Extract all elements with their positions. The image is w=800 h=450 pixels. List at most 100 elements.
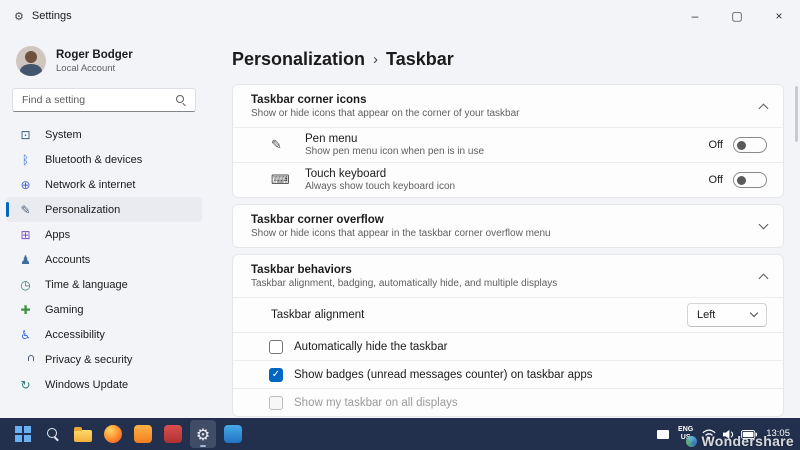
clock-icon: ◷ — [18, 278, 33, 292]
show-badges-checkbox[interactable] — [269, 368, 283, 382]
sidebar-item-windows-update[interactable]: ↻ Windows Update — [6, 372, 202, 397]
toggle-state-label: Off — [709, 139, 723, 151]
setting-title: Taskbar alignment — [271, 309, 687, 321]
checkbox-label: Show my taskbar on all displays — [294, 397, 458, 409]
card-taskbar-corner-icons: Taskbar corner icons Show or hide icons … — [232, 84, 784, 198]
system-tray: ENG US 13:05 — [657, 426, 794, 442]
chevron-down-icon — [759, 219, 769, 229]
update-icon: ↻ — [18, 378, 33, 392]
app-blue-button[interactable] — [220, 420, 246, 448]
sidebar-item-privacy-security[interactable]: Privacy & security — [6, 347, 202, 372]
sidebar-item-label: Windows Update — [45, 379, 128, 391]
volume-icon — [722, 429, 735, 440]
clock[interactable]: 13:05 — [766, 428, 794, 439]
setting-title: Pen menu — [305, 133, 709, 145]
sidebar-item-label: Gaming — [45, 304, 84, 316]
close-button[interactable]: × — [758, 0, 800, 32]
sidebar-item-label: Accounts — [45, 254, 90, 266]
expander-taskbar-corner-overflow[interactable]: Taskbar corner overflow Show or hide ico… — [233, 205, 783, 247]
card-title: Taskbar corner overflow — [251, 214, 760, 226]
file-explorer-button[interactable] — [70, 420, 96, 448]
language-indicator[interactable]: ENG US — [678, 426, 693, 442]
bluetooth-icon: ᛒ — [18, 153, 33, 167]
search-box — [12, 88, 196, 112]
start-button[interactable] — [10, 420, 36, 448]
card-title: Taskbar corner icons — [251, 94, 760, 106]
search-input[interactable] — [12, 88, 196, 112]
checkbox-label: Show badges (unread messages counter) on… — [294, 369, 593, 381]
windows-logo-icon — [15, 426, 31, 442]
sidebar-item-bluetooth-devices[interactable]: ᛒ Bluetooth & devices — [6, 147, 202, 172]
accessibility-icon: ♿ — [18, 328, 33, 342]
setting-row-touch-keyboard: ⌨ Touch keyboard Always show touch keybo… — [233, 162, 783, 197]
person-icon: ♟ — [18, 253, 33, 267]
window-title: Settings — [32, 10, 72, 22]
taskbar-alignment-select[interactable]: Left — [687, 303, 767, 327]
breadcrumb-separator-icon: › — [373, 50, 378, 68]
page-title: Taskbar — [386, 49, 454, 70]
sidebar: Roger Bodger Local Account ⊡ System ᛒ Bl… — [0, 32, 208, 418]
setting-subtitle: Always show touch keyboard icon — [305, 181, 709, 192]
minimize-button[interactable]: – — [674, 0, 716, 32]
red-app-icon — [164, 425, 182, 443]
setting-row-taskbar-alignment: Taskbar alignment Left — [233, 297, 783, 332]
sidebar-item-system[interactable]: ⊡ System — [6, 122, 202, 147]
sidebar-item-time-language[interactable]: ◷ Time & language — [6, 272, 202, 297]
user-profile[interactable]: Roger Bodger Local Account — [16, 46, 192, 76]
sidebar-item-label: Personalization — [45, 204, 120, 216]
orange-app-icon — [134, 425, 152, 443]
main-content: Personalization › Taskbar Taskbar corner… — [208, 32, 800, 418]
sidebar-item-gaming[interactable]: ✚ Gaming — [6, 297, 202, 322]
scrollbar[interactable] — [795, 86, 798, 142]
setting-title: Touch keyboard — [305, 168, 709, 180]
avatar — [16, 46, 46, 76]
breadcrumb: Personalization › Taskbar — [232, 46, 784, 72]
user-name: Roger Bodger — [56, 48, 133, 62]
chevron-up-icon — [759, 103, 769, 113]
taskbar-search-button[interactable] — [40, 420, 66, 448]
card-subtitle: Show or hide icons that appear in the ta… — [251, 228, 760, 239]
apps-grid-icon: ⊞ — [18, 228, 33, 242]
taskbar: ⚙ ENG US — [0, 418, 800, 450]
toggle-state-label: Off — [709, 174, 723, 186]
sidebar-item-label: Accessibility — [45, 329, 105, 341]
sidebar-item-personalization[interactable]: ✎ Personalization — [6, 197, 202, 222]
settings-taskbar-button[interactable]: ⚙ — [190, 420, 216, 448]
chevron-down-icon — [750, 309, 758, 317]
firefox-button[interactable] — [100, 420, 126, 448]
pen-icon: ✎ — [271, 138, 291, 153]
sidebar-item-apps[interactable]: ⊞ Apps — [6, 222, 202, 247]
app-orange-button[interactable] — [130, 420, 156, 448]
setting-row-pen-menu: ✎ Pen menu Show pen menu icon when pen i… — [233, 127, 783, 162]
all-displays-checkbox[interactable] — [269, 396, 283, 410]
firefox-icon — [104, 425, 122, 443]
touch-keyboard-toggle[interactable] — [733, 172, 767, 188]
breadcrumb-parent[interactable]: Personalization — [232, 49, 365, 70]
sidebar-item-accessibility[interactable]: ♿ Accessibility — [6, 322, 202, 347]
globe-icon: ⊕ — [18, 178, 33, 192]
app-red-button[interactable] — [160, 420, 186, 448]
card-title: Taskbar behaviors — [251, 264, 760, 276]
sidebar-item-label: Privacy & security — [45, 354, 132, 366]
display-icon: ⊡ — [18, 128, 33, 142]
gamepad-icon: ✚ — [18, 303, 33, 317]
sidebar-item-accounts[interactable]: ♟ Accounts — [6, 247, 202, 272]
hidden-icons-button[interactable] — [657, 430, 669, 439]
maximize-button[interactable]: ▢ — [716, 0, 758, 32]
sidebar-item-label: Apps — [45, 229, 70, 241]
blue-app-icon — [224, 425, 242, 443]
sidebar-item-network-internet[interactable]: ⊕ Network & internet — [6, 172, 202, 197]
card-subtitle: Taskbar alignment, badging, automaticall… — [251, 278, 760, 289]
auto-hide-checkbox[interactable] — [269, 340, 283, 354]
expander-taskbar-behaviors[interactable]: Taskbar behaviors Taskbar alignment, bad… — [233, 255, 783, 297]
checkbox-label: Automatically hide the taskbar — [294, 341, 447, 353]
settings-app-icon: ⚙ — [14, 10, 24, 23]
pen-menu-toggle[interactable] — [733, 137, 767, 153]
setting-row-show-badges: Show badges (unread messages counter) on… — [233, 360, 783, 388]
tray-status-icons[interactable] — [702, 429, 757, 440]
sidebar-item-label: Network & internet — [45, 179, 135, 191]
selected-value: Left — [697, 309, 715, 321]
battery-icon — [741, 430, 757, 439]
expander-taskbar-corner-icons[interactable]: Taskbar corner icons Show or hide icons … — [233, 85, 783, 127]
titlebar: ⚙ Settings – ▢ × — [0, 0, 800, 32]
